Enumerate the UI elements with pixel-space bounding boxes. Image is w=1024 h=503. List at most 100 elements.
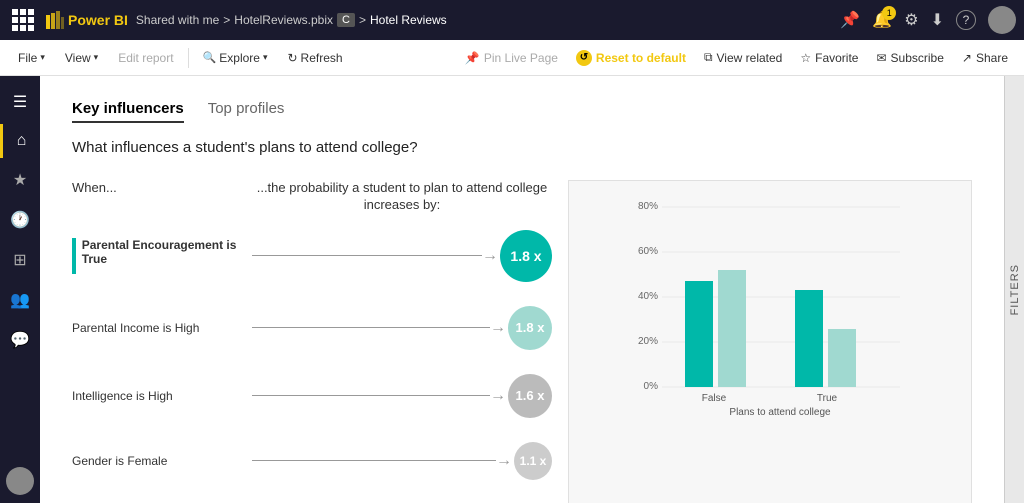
topbar-icons: 📌 🔔 1 ⚙ ⬇ ? <box>840 6 1016 34</box>
report-name-label[interactable]: Hotel Reviews <box>370 13 447 27</box>
breadcrumb-sep2: > <box>359 13 366 27</box>
tab-top-profiles[interactable]: Top profiles <box>208 100 285 123</box>
download-icon[interactable]: ⬇ <box>931 10 944 30</box>
true-bar2 <box>828 329 856 387</box>
influencer-row-4[interactable]: Gender is Female → 1.1 x <box>72 442 552 480</box>
sidebar: ☰ ⌂ ★ 🕐 ⊞ 👥 💬 <box>0 76 40 503</box>
bubble-2: 1.8 x <box>508 306 552 350</box>
bell-icon[interactable]: 🔔 1 <box>872 10 892 30</box>
false-bar2 <box>718 270 746 387</box>
chart-panel: 80% 60% 40% 20% 0% <box>568 180 972 503</box>
active-bar-indicator <box>72 238 76 274</box>
sidebar-item-apps[interactable]: ⊞ <box>0 242 40 278</box>
influencer-label-4: Gender is Female <box>72 454 252 468</box>
arrow-icon-2: → <box>490 319 506 337</box>
line-2 <box>252 327 490 328</box>
influencer-label-1: Parental Encouragement is True <box>72 238 252 274</box>
breadcrumb: Shared with me > HotelReviews.pbix C > H… <box>136 13 833 27</box>
tabs-container: Key influencers Top profiles <box>72 100 972 123</box>
profile-icon[interactable] <box>988 6 1016 34</box>
topbar: Power BI Shared with me > HotelReviews.p… <box>0 0 1024 40</box>
view-related-icon: ⧉ <box>704 50 713 65</box>
notification-badge: 1 <box>882 6 896 20</box>
view-menu[interactable]: View ▾ <box>55 40 108 75</box>
arrow-icon-1: → <box>482 247 498 265</box>
x-axis-title: Plans to attend college <box>729 407 831 417</box>
apps-icon[interactable] <box>8 5 38 35</box>
line-1 <box>252 255 482 256</box>
content-area: Key influencers Top profiles What influe… <box>40 76 1004 503</box>
main-question: What influences a student's plans to att… <box>72 139 972 156</box>
col-prob-label: ...the probability a student to plan to … <box>252 180 552 214</box>
arrow-line-4: → <box>252 452 514 470</box>
line-3 <box>252 395 490 396</box>
x-label-false: False <box>702 393 727 404</box>
sidebar-menu-toggle[interactable]: ☰ <box>5 84 35 120</box>
bubble-4: 1.1 x <box>514 442 552 480</box>
column-headers: When... ...the probability a student to … <box>72 180 552 214</box>
chevron-down-icon: ▾ <box>40 52 45 63</box>
sidebar-item-favorites[interactable]: ★ <box>0 162 40 198</box>
pin-live-icon: 📌 <box>465 51 480 65</box>
line-4 <box>252 460 496 461</box>
arrow-line-1: → <box>252 247 500 265</box>
pin-live-button[interactable]: 📌 Pin Live Page <box>457 51 566 65</box>
bubble-3: 1.6 x <box>508 374 552 418</box>
bar-chart: 80% 60% 40% 20% 0% <box>585 197 955 417</box>
right-actions: 📌 Pin Live Page ↺ Reset to default ⧉ Vie… <box>457 50 1016 66</box>
subscribe-button[interactable]: ✉ Subscribe <box>868 51 951 65</box>
chevron-down-icon: ▾ <box>94 52 99 63</box>
influencer-label-2: Parental Income is High <box>72 321 252 335</box>
y-label-60: 60% <box>638 246 658 257</box>
favorite-button[interactable]: ☆ Favorite <box>792 51 866 65</box>
arrow-icon-4: → <box>496 452 512 470</box>
share-button[interactable]: ↗ Share <box>954 51 1016 65</box>
reset-circle-icon: ↺ <box>576 50 592 66</box>
sidebar-avatar[interactable] <box>6 467 34 495</box>
tab-key-influencers[interactable]: Key influencers <box>72 100 184 123</box>
refresh-icon: ↻ <box>287 51 297 65</box>
explore-menu[interactable]: 🔍 Explore ▾ <box>193 40 278 75</box>
y-label-40: 40% <box>638 291 658 302</box>
sidebar-item-home[interactable]: ⌂ <box>0 124 40 158</box>
sidebar-item-recent[interactable]: 🕐 <box>0 202 40 238</box>
x-label-true: True <box>817 393 838 404</box>
influencer-area: When... ...the probability a student to … <box>72 180 972 503</box>
mail-icon: ✉ <box>876 51 886 65</box>
chevron-down-icon: ▾ <box>263 52 268 63</box>
y-label-80: 80% <box>638 201 658 212</box>
lock-badge: C <box>337 13 355 27</box>
left-panel: When... ...the probability a student to … <box>72 180 552 503</box>
filters-panel[interactable]: FILTERS <box>1004 76 1024 503</box>
sidebar-item-shared[interactable]: 👥 <box>0 282 40 318</box>
reset-button[interactable]: ↺ Reset to default <box>568 50 694 66</box>
shared-with-me-label[interactable]: Shared with me <box>136 13 219 27</box>
false-bar1 <box>685 281 713 387</box>
secondary-toolbar: File ▾ View ▾ Edit report 🔍 Explore ▾ ↻ … <box>0 40 1024 76</box>
arrow-line-2: → <box>252 319 508 337</box>
influencer-row-3[interactable]: Intelligence is High → 1.6 x <box>72 374 552 418</box>
arrow-line-3: → <box>252 387 508 405</box>
filters-label: FILTERS <box>1009 264 1021 315</box>
help-icon[interactable]: ? <box>956 10 976 30</box>
arrow-icon-3: → <box>490 387 506 405</box>
influencer-row-1[interactable]: Parental Encouragement is True → 1.8 x <box>72 230 552 282</box>
powerbi-logo: Power BI <box>46 11 128 29</box>
sidebar-item-messages[interactable]: 💬 <box>0 322 40 358</box>
file-name-label[interactable]: HotelReviews.pbix <box>234 13 333 27</box>
file-menu[interactable]: File ▾ <box>8 40 55 75</box>
pin-icon[interactable]: 📌 <box>840 10 860 30</box>
influencer-row-2[interactable]: Parental Income is High → 1.8 x <box>72 306 552 350</box>
y-label-0: 0% <box>644 381 659 392</box>
bubble-1: 1.8 x <box>500 230 552 282</box>
col-when-label: When... <box>72 180 252 214</box>
main-area: ☰ ⌂ ★ 🕐 ⊞ 👥 💬 Key influencers Top profil… <box>0 76 1024 503</box>
edit-report-button[interactable]: Edit report <box>108 40 183 75</box>
true-bar1 <box>795 290 823 387</box>
refresh-button[interactable]: ↻ Refresh <box>277 40 352 75</box>
settings-icon[interactable]: ⚙ <box>904 10 918 30</box>
influencer-label-3: Intelligence is High <box>72 389 252 403</box>
y-label-20: 20% <box>638 336 658 347</box>
share-icon: ↗ <box>962 51 972 65</box>
view-related-button[interactable]: ⧉ View related <box>696 50 790 65</box>
